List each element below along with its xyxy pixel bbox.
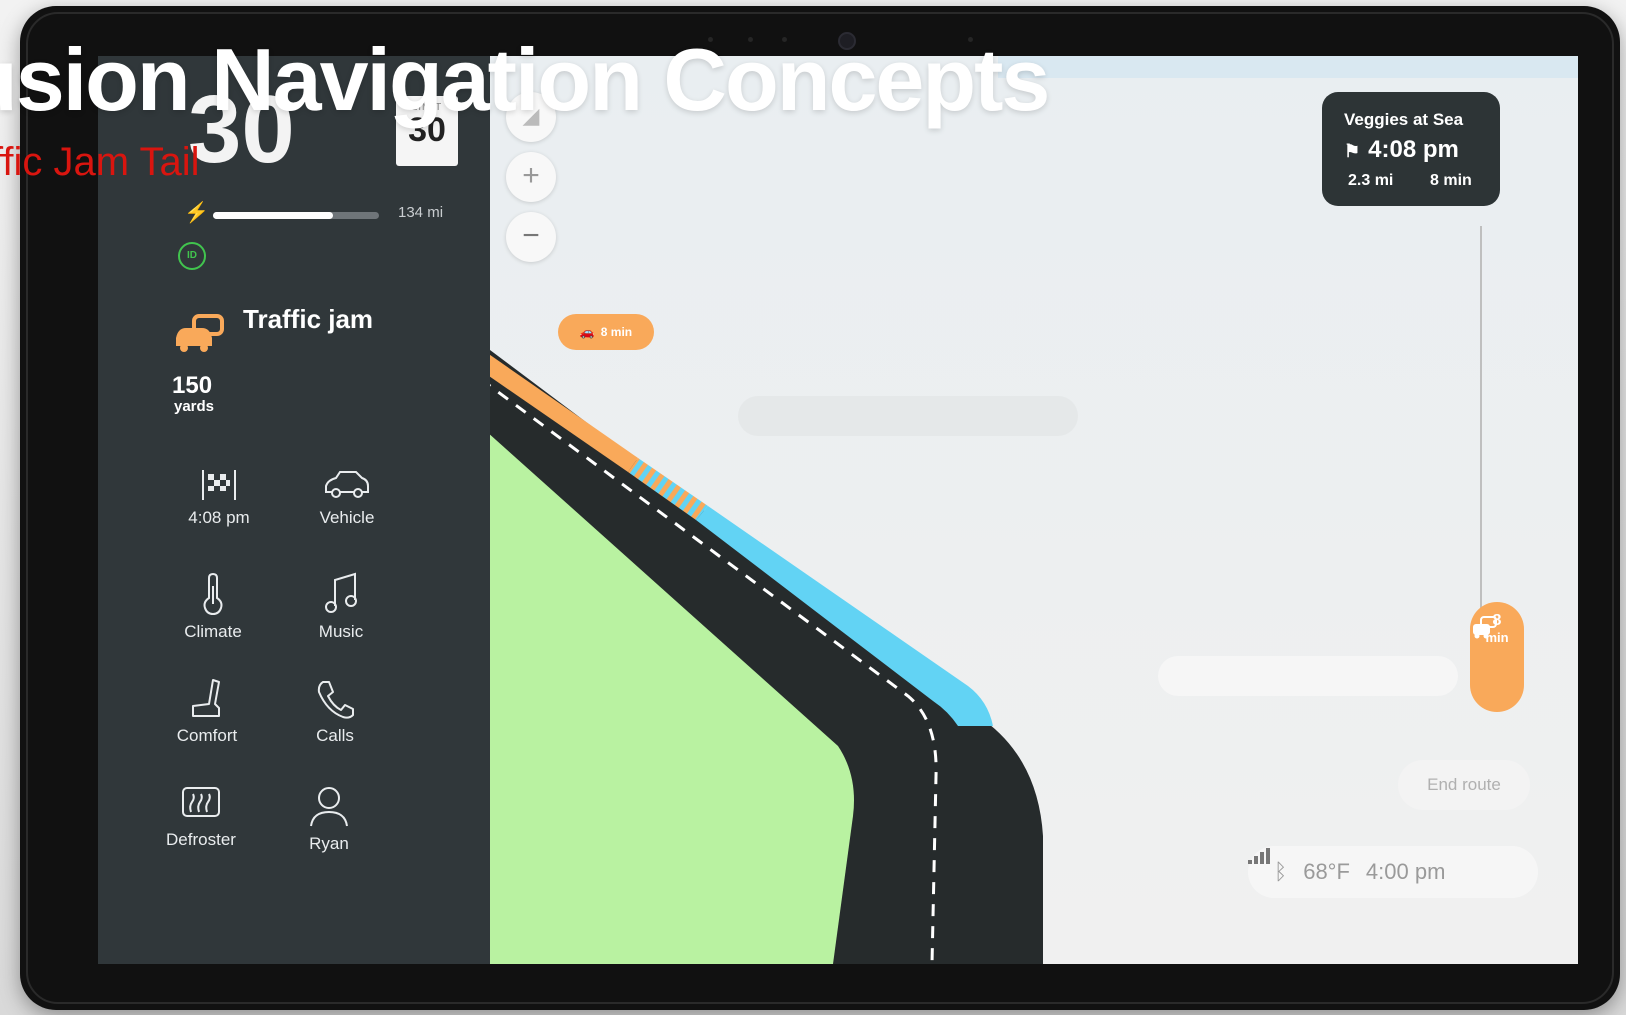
destination-duration: 8 min	[1430, 172, 1472, 189]
map-horizon	[998, 56, 1578, 78]
end-route-button[interactable]: End route	[1398, 760, 1530, 810]
tile-label: Ryan	[309, 834, 349, 853]
traffic-cars-icon	[1473, 616, 1497, 639]
destination-distance: 2.3 mi	[1348, 172, 1394, 189]
tile-label: Climate	[184, 622, 242, 641]
seat-icon	[192, 679, 220, 717]
left-panel: 30 LIMIT 30 ⚡ 134 mi ID Traffic jam 150 …	[98, 56, 490, 964]
tile-label: Defroster	[166, 830, 236, 849]
traffic-jam-icon	[176, 314, 224, 352]
signal-icon	[1248, 848, 1270, 864]
tile-climate[interactable]: Climate	[158, 572, 268, 642]
overlay-title: usion Navigation Concepts	[0, 30, 1050, 129]
eco-mode-icon[interactable]: ID	[178, 242, 206, 270]
tile-label: 4:08 pm	[188, 508, 250, 527]
tablet-device: ◢ + − 🚗 8 min Veggies at Sea ⚑ 4:08 pm 2.…	[20, 6, 1620, 1010]
tile-defroster[interactable]: Defroster	[146, 784, 256, 850]
tile-calls[interactable]: Calls	[280, 678, 390, 746]
destination-name: Veggies at Sea	[1344, 110, 1464, 129]
route-delay-pill[interactable]: 8 min	[1470, 602, 1524, 712]
route-progress-line	[1480, 226, 1482, 654]
tile-vehicle[interactable]: Vehicle	[292, 468, 402, 528]
overlay-subtitle: ffic Jam Tail	[0, 140, 200, 184]
tile-comfort[interactable]: Comfort	[152, 678, 262, 746]
map-shadow	[1158, 656, 1458, 696]
phone-icon	[317, 681, 354, 719]
music-note-icon	[325, 572, 357, 613]
thermometer-icon	[203, 572, 223, 616]
tile-label: Music	[318, 622, 364, 641]
bluetooth-icon: ᛒ	[1274, 859, 1288, 884]
alert-distance-unit: yards	[174, 398, 215, 415]
battery-bar	[213, 212, 379, 219]
screen: ◢ + − 🚗 8 min Veggies at Sea ⚑ 4:08 pm 2.…	[98, 56, 1578, 964]
car-icon	[325, 471, 369, 498]
destination-card[interactable]: Veggies at Sea ⚑ 4:08 pm 2.3 mi 8 min	[1322, 92, 1500, 206]
zoom-in-button[interactable]: +	[506, 152, 556, 202]
temperature: 68°F	[1303, 859, 1350, 884]
status-bar: ᛒ 68°F 4:00 pm	[1248, 846, 1538, 898]
defroster-icon	[182, 787, 220, 817]
tile-label: Vehicle	[319, 508, 375, 527]
traffic-pill-label: 8 min	[600, 325, 633, 339]
tile-label: Calls	[316, 726, 354, 745]
tile-eta[interactable]: 4:08 pm	[164, 468, 274, 528]
user-icon	[310, 787, 348, 827]
checkered-flag-icon: ⚑	[1344, 141, 1361, 161]
clock: 4:00 pm	[1365, 859, 1446, 884]
alert-title: Traffic jam	[243, 304, 374, 334]
tile-profile[interactable]: Ryan	[274, 784, 384, 854]
tile-music[interactable]: Music	[286, 572, 396, 642]
traffic-cars-icon: 🚗	[579, 325, 595, 339]
checkered-flag-icon	[202, 470, 236, 500]
traffic-delay-pill[interactable]: 🚗 8 min	[558, 314, 654, 350]
destination-eta-value: 4:08 pm	[1368, 136, 1459, 163]
map-shadow	[738, 396, 1078, 436]
range-remaining: 134 mi	[398, 204, 444, 221]
alert-distance: 150	[172, 372, 213, 399]
lightning-icon: ⚡	[184, 202, 209, 224]
battery-fill	[213, 212, 333, 219]
destination-eta: ⚑ 4:08 pm	[1344, 136, 1459, 164]
zoom-out-button[interactable]: −	[506, 212, 556, 262]
tile-label: Comfort	[176, 726, 238, 745]
